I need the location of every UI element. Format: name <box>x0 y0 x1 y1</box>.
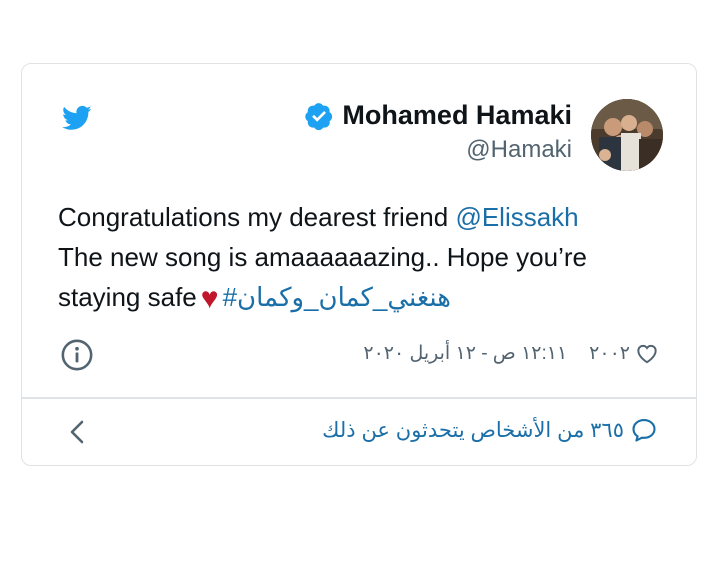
like-count[interactable]: ٢٠٠٢ <box>589 342 630 365</box>
red-heart-emoji: ♥ <box>200 282 219 315</box>
divider <box>22 397 696 399</box>
tweet-line-2: The new song is amaaaaaazing.. Hope you’… <box>58 242 587 272</box>
heart-outline-icon[interactable] <box>634 340 660 366</box>
hashtag-link[interactable]: #هنغني_كمان_وكمان <box>223 282 451 312</box>
tweet-card[interactable]: Mohamed Hamaki @Hamaki Congratulations m… <box>21 63 697 466</box>
mention-link[interactable]: @Elissakh <box>455 202 578 232</box>
verified-badge-icon <box>305 102 333 130</box>
twitter-bird-icon[interactable] <box>60 103 94 133</box>
chevron-left-icon[interactable] <box>66 416 90 448</box>
author-name-row[interactable]: Mohamed Hamaki <box>304 100 572 131</box>
tweet-text-part: staying safe <box>58 282 197 312</box>
author-display-name[interactable]: Mohamed Hamaki <box>342 100 572 131</box>
tweet-line-3: staying safe ♥ #هنغني_كمان_وكمان <box>58 277 678 319</box>
speech-bubble-icon[interactable] <box>630 416 658 444</box>
author-handle[interactable]: @Hamaki <box>466 136 572 164</box>
tweet-text: Congratulations my dearest friend @Eliss… <box>58 197 678 319</box>
tweet-meta: ١٢:١١ ص - ١٢ أبريل ٢٠٢٠ ٢٠٠٢ <box>363 340 660 366</box>
replies-text[interactable]: ٣٦٥ من الأشخاص يتحدثون عن ذلك <box>322 418 624 443</box>
tweet-text-part: Congratulations my dearest friend <box>58 202 456 232</box>
tweet-line-1: Congratulations my dearest friend @Eliss… <box>58 197 678 237</box>
info-icon[interactable] <box>60 338 94 372</box>
tweet-timestamp[interactable]: ١٢:١١ ص - ١٢ أبريل ٢٠٢٠ <box>363 342 567 365</box>
avatar[interactable] <box>591 99 663 171</box>
replies-link[interactable]: ٣٦٥ من الأشخاص يتحدثون عن ذلك <box>322 416 658 444</box>
